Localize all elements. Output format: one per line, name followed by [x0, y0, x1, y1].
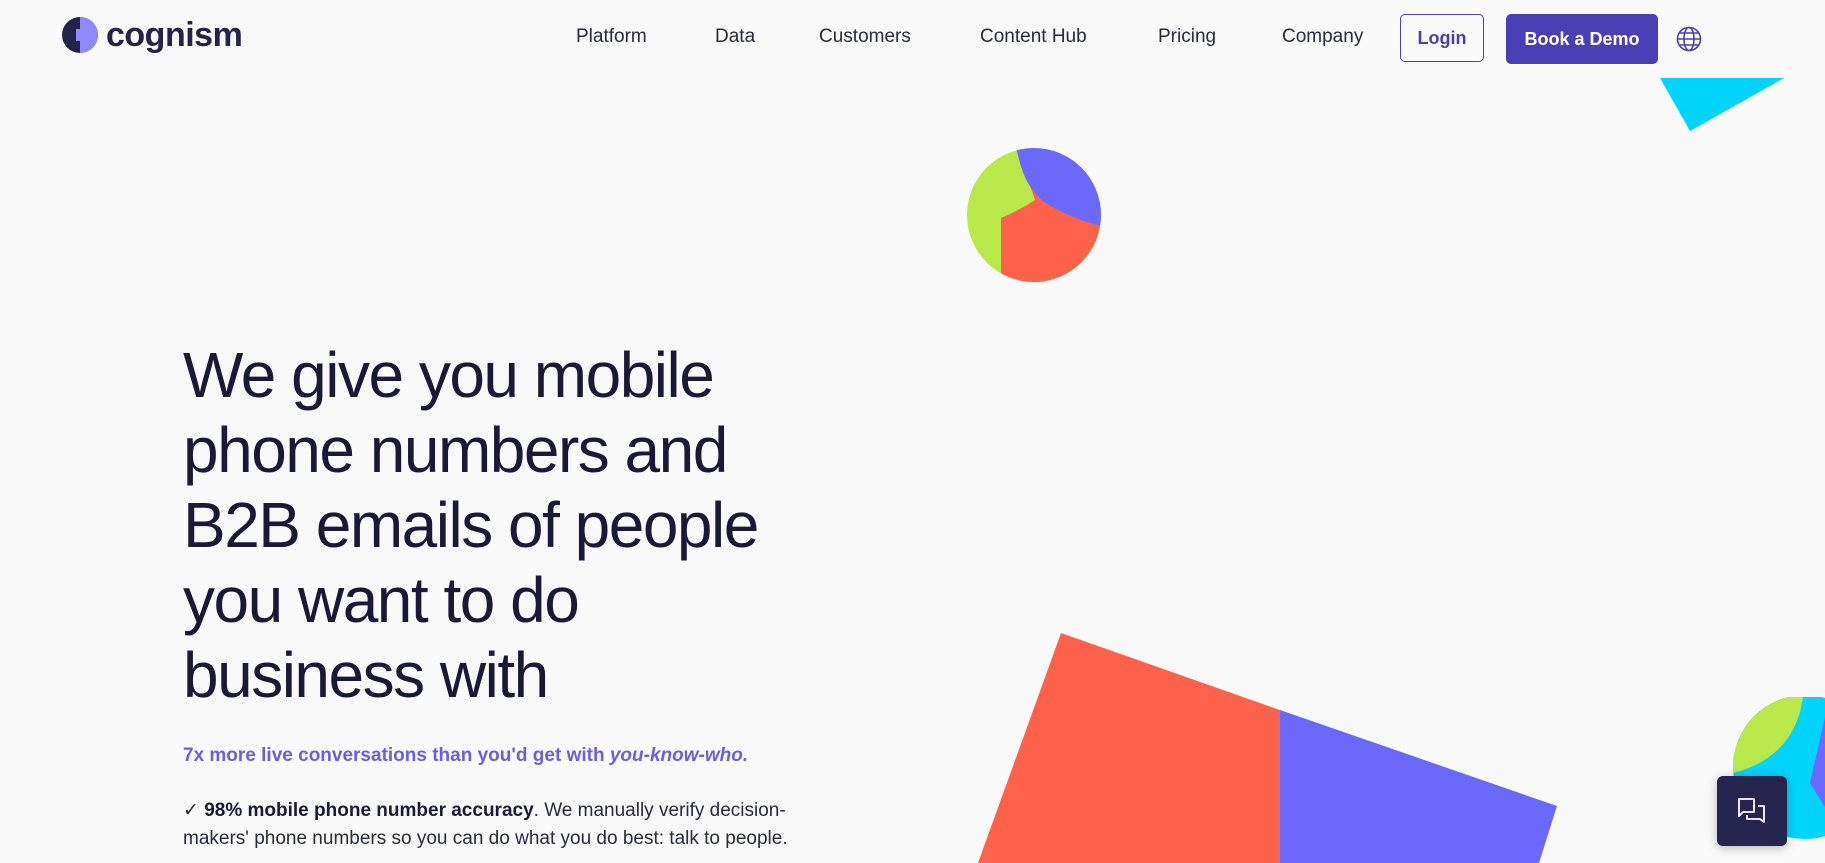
- logo-mark-icon: [62, 17, 98, 53]
- book-demo-button[interactable]: Book a Demo: [1506, 14, 1658, 64]
- quadrilateral-decoration: [978, 633, 1557, 863]
- hero-tagline: 7x more live conversations than you'd ge…: [183, 745, 748, 767]
- pie-decoration: [967, 148, 1101, 282]
- nav-item-data[interactable]: Data: [715, 26, 755, 48]
- login-button[interactable]: Login: [1400, 14, 1484, 62]
- tagline-text: 7x more live conversations than you'd ge…: [183, 745, 610, 766]
- nav-item-pricing[interactable]: Pricing: [1158, 26, 1216, 48]
- nav-item-platform[interactable]: Platform: [576, 26, 647, 48]
- check-icon: ✓: [183, 800, 199, 821]
- chat-launcher-button[interactable]: [1717, 776, 1787, 846]
- hero-section: We give you mobile phone numbers and B2B…: [183, 338, 823, 713]
- nav-item-customers[interactable]: Customers: [819, 26, 911, 48]
- nav-item-content-hub[interactable]: Content Hub: [980, 26, 1087, 48]
- tagline-emphasis: you-know-who.: [609, 745, 749, 766]
- hero-headline: We give you mobile phone numbers and B2B…: [183, 339, 759, 711]
- cognism-logo[interactable]: cognism: [62, 16, 243, 54]
- logo-wordmark: cognism: [106, 16, 243, 54]
- site-header: cognism Platform Data Customers Content …: [0, 0, 1825, 78]
- bullet-highlight: 98% mobile phone number accuracy: [204, 800, 534, 821]
- cyan-triangle-decoration: [1660, 78, 1784, 131]
- globe-icon[interactable]: [1676, 26, 1702, 52]
- chat-bubbles-icon: [1738, 798, 1765, 823]
- nav-item-company[interactable]: Company: [1282, 26, 1363, 48]
- accuracy-bullet: ✓ 98% mobile phone number accuracy. We m…: [183, 797, 843, 853]
